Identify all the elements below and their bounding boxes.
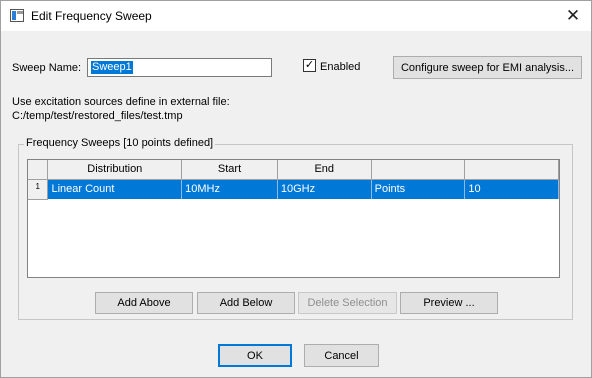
column-header-distribution[interactable]: Distribution bbox=[47, 160, 183, 180]
sweep-name-label: Sweep Name: bbox=[12, 62, 82, 74]
frequency-sweeps-group-label: Frequency Sweeps [10 points defined] bbox=[24, 137, 216, 149]
add-below-button[interactable]: Add Below bbox=[197, 292, 295, 314]
delete-selection-button[interactable]: Delete Selection bbox=[298, 292, 397, 314]
window-title: Edit Frequency Sweep bbox=[31, 9, 152, 23]
title-bar: Edit Frequency Sweep ✕ bbox=[1, 1, 591, 31]
add-above-button[interactable]: Add Above bbox=[95, 292, 193, 314]
row-header[interactable]: 1 bbox=[28, 179, 49, 200]
configure-emi-button[interactable]: Configure sweep for EMI analysis... bbox=[393, 56, 582, 79]
ok-button[interactable]: OK bbox=[218, 344, 292, 367]
excitation-path: C:/temp/test/restored_files/test.tmp bbox=[12, 110, 183, 122]
cancel-button[interactable]: Cancel bbox=[304, 344, 379, 367]
edit-frequency-sweep-dialog: Edit Frequency Sweep ✕ Sweep Name: Sweep… bbox=[0, 0, 592, 378]
column-header-5[interactable] bbox=[464, 160, 559, 180]
cell-distribution[interactable]: Linear Count bbox=[47, 179, 183, 199]
column-header-end[interactable]: End bbox=[277, 160, 372, 180]
app-icon bbox=[10, 9, 24, 22]
close-icon[interactable]: ✕ bbox=[559, 3, 587, 29]
cell-unit[interactable]: Points bbox=[371, 179, 466, 199]
cell-start[interactable]: 10MHz bbox=[181, 179, 278, 199]
excitation-label: Use excitation sources define in externa… bbox=[12, 96, 230, 108]
table-row[interactable]: 1 Linear Count 10MHz 10GHz Points 10 bbox=[28, 179, 559, 200]
grid-corner[interactable] bbox=[28, 160, 49, 180]
enabled-checkbox[interactable]: ✓ bbox=[303, 59, 316, 72]
column-header-start[interactable]: Start bbox=[181, 160, 278, 180]
cell-end[interactable]: 10GHz bbox=[277, 179, 372, 199]
sweep-name-input[interactable]: Sweep1 bbox=[87, 58, 272, 77]
column-header-4[interactable] bbox=[371, 160, 466, 180]
cell-count[interactable]: 10 bbox=[464, 179, 559, 199]
enabled-label: Enabled bbox=[320, 61, 361, 73]
sweep-name-value: Sweep1 bbox=[91, 61, 133, 74]
sweeps-grid[interactable]: Distribution Start End 1 Linear Count 10… bbox=[27, 159, 560, 278]
grid-header-row: Distribution Start End bbox=[28, 160, 559, 180]
preview-button[interactable]: Preview ... bbox=[400, 292, 498, 314]
